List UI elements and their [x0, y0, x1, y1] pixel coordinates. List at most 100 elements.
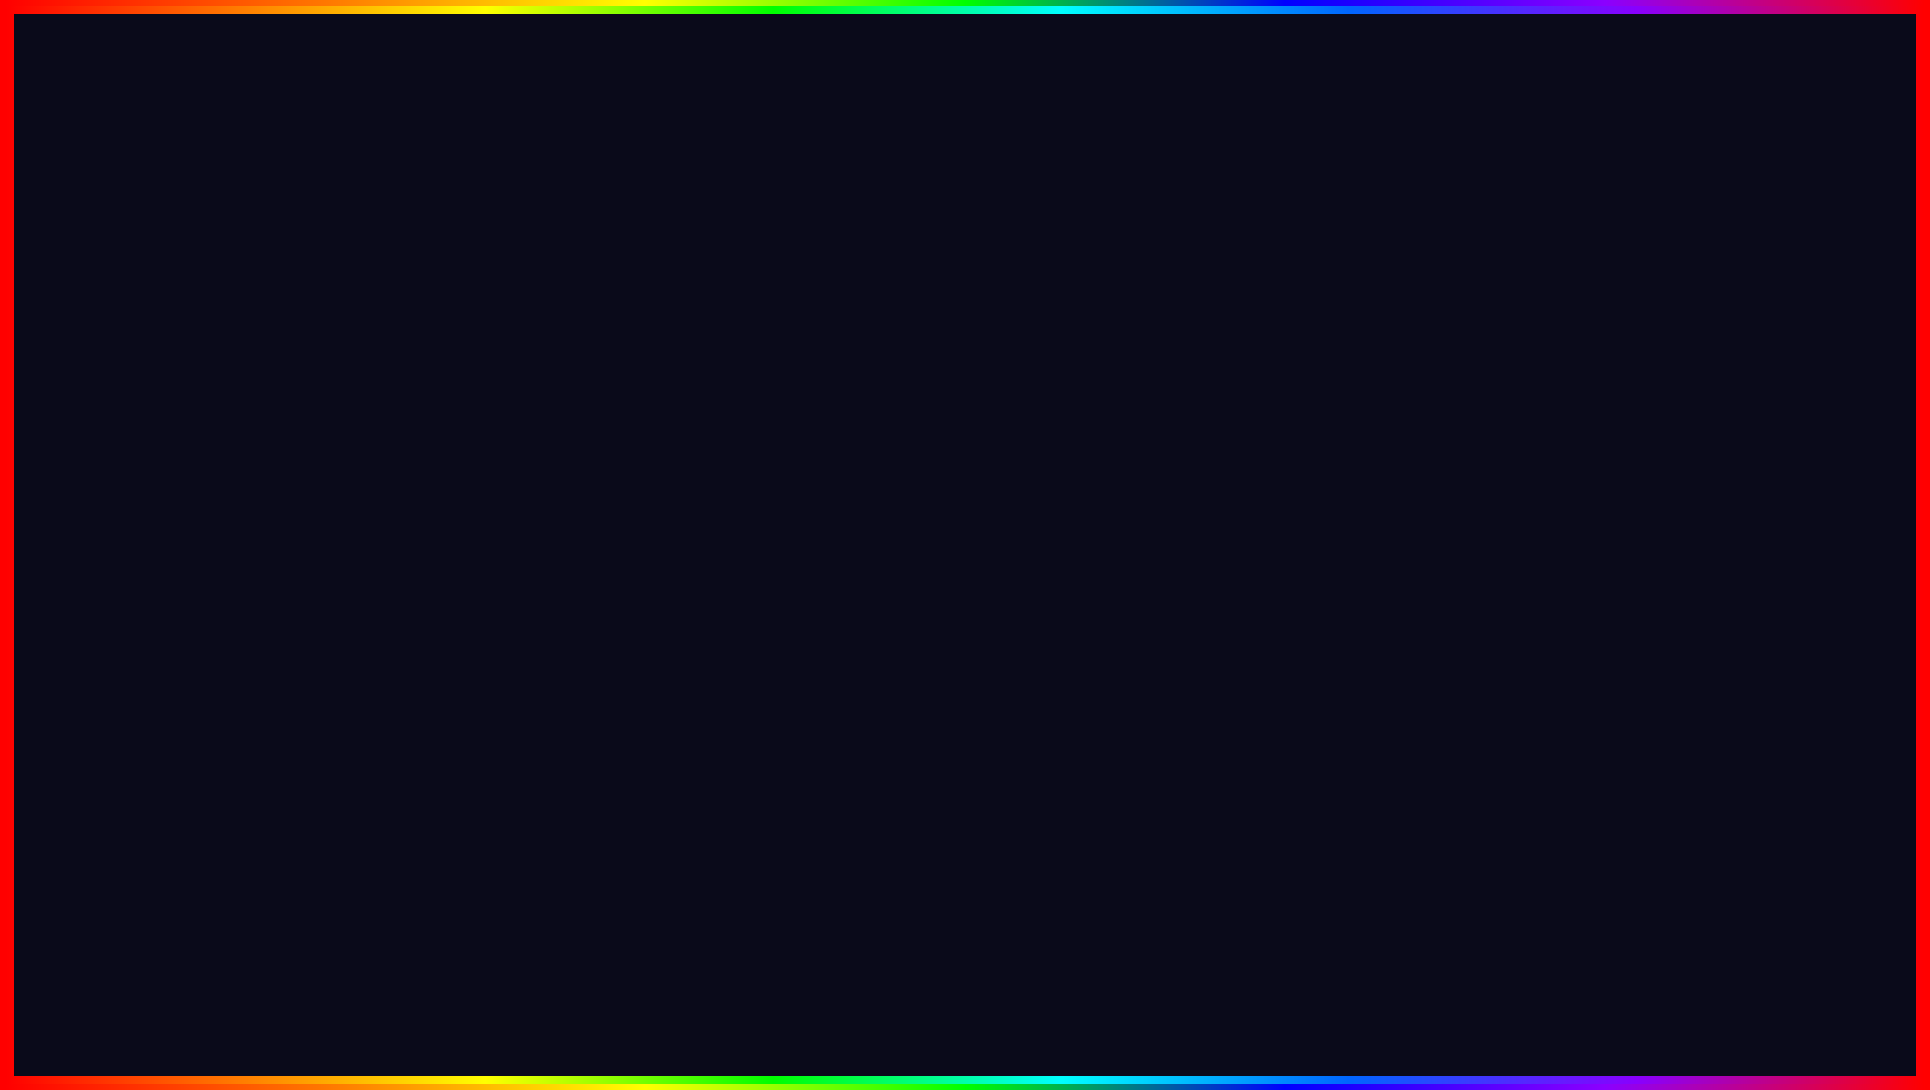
electric-name: Electric [67, 416, 245, 439]
script-bottom: SCRIPT [866, 963, 1123, 1043]
set-speed-title: Set Speed [781, 587, 1161, 603]
quest-sea-event-checkbox[interactable]: ✓ [1143, 522, 1161, 540]
gui-primary-controls: — ✕ [968, 292, 1016, 312]
sea-event-icon-p: 📈 [486, 496, 502, 512]
setting2-label: Setting [663, 507, 703, 522]
mutant-name: Mutant Tooth [67, 646, 245, 669]
race-v4-icon: 🏁 [486, 560, 502, 576]
health-bar-container: 4000 Health [616, 333, 1016, 357]
race-v42-label: Race V4 [663, 666, 713, 681]
sidebar-item-sky[interactable]: 👤 Sky [474, 584, 604, 616]
mutant-icon: 🦷 [106, 562, 206, 642]
gui-secondary-close[interactable]: ✕ [1151, 397, 1171, 417]
mobile-checkmark: ✔ [297, 426, 347, 504]
low-health-label: Low Health Y Tween [616, 371, 735, 386]
gui-secondary-minimize[interactable]: — [1123, 397, 1143, 417]
sidebar2-item-sea-event[interactable]: 📈 Sea Event [629, 593, 759, 625]
gui-secondary-content: Select Boat PirateGrandBrigade ▲ Select … [759, 426, 1183, 729]
main-container: BLOX FRUITS MOBILE ✔ ANDROID ✔ Material … [0, 0, 1930, 1090]
health-section: 4000 Health Low Health Y Tween ✓ [616, 333, 1016, 393]
setting-icon: ⚙ [486, 401, 502, 417]
monster-label: Material [1675, 307, 1739, 328]
race-v4-label: Race V4 [508, 561, 558, 576]
sidebar-item-set-position[interactable]: ⚔ Set Position [474, 520, 604, 552]
electric-count: x19 [216, 307, 245, 328]
sidebar2-item-item[interactable]: ☻ Item [629, 530, 759, 561]
select-zone-value-container[interactable]: Zone 4 ▲ [1107, 485, 1161, 500]
gui-secondary-titlebar: Hirimi Hub — ✕ [629, 389, 1183, 426]
setting-label: Setting [508, 402, 548, 417]
sidebar-item-setting[interactable]: ⚙ Setting [474, 393, 604, 425]
leviathan-label: Material [1675, 537, 1739, 558]
set-position-icon: ⚔ [486, 528, 502, 544]
change-speed-boat-row: Change Speed Boat [771, 643, 1171, 677]
gui-primary-title: Hirimi Hub [486, 293, 567, 311]
svg-text:☠: ☠ [1716, 855, 1745, 891]
select-boat-label: Select Boat [781, 446, 857, 462]
teleport-icon: 📍 [486, 464, 502, 480]
sky-icon: 👤 [486, 592, 502, 608]
gui-secondary-controls: — ✕ [1123, 397, 1171, 417]
svg-text:☠: ☠ [1812, 924, 1848, 968]
item-card-monster: Material x1 ⚓ Monster Magnet [1664, 296, 1854, 450]
teleport2-label: Teleport [663, 570, 709, 585]
svg-text:X: X [1744, 855, 1767, 891]
select-zone-row: Select Zone Zone 4 ▲ [771, 476, 1171, 508]
leviathan-count: x1 [1824, 537, 1843, 558]
gui-primary-minimize[interactable]: — [968, 292, 988, 312]
quest-sea-event-label: Quest Sea Event [781, 523, 892, 539]
speed-bar-container[interactable]: 250 Speed [781, 609, 1161, 629]
health-value: 4000 Health [784, 338, 849, 352]
set-position2-label: Set Position [663, 634, 732, 649]
sky-label: Sky [508, 593, 530, 608]
gui-primary-close[interactable]: ✕ [996, 292, 1016, 312]
sidebar2-item-race-v4[interactable]: 🏁 Race V4 [629, 657, 759, 689]
sea-event-label-p: Sea Event [508, 497, 568, 512]
sidebar2-item-main[interactable]: ◇ Main [629, 466, 759, 498]
item-card-mutant: Material x1 🦷 Mutant Tooth [56, 526, 256, 680]
change-speed-boat-checkbox[interactable] [1143, 651, 1161, 669]
sidebar-item-main[interactable]: ◇ Main [474, 361, 604, 393]
select-boat-value: PirateGrandBrigade [1032, 447, 1147, 462]
pastebin-bottom: PASTEBIN [1143, 951, 1591, 1054]
change-speed-boat-label: Change Speed Boat [781, 652, 913, 668]
set-position-label: Set Position [508, 529, 577, 544]
speed-value: 250 Speed [789, 613, 842, 625]
item-icon-p: ☻ [486, 433, 502, 448]
developer2-label: Developer [663, 443, 722, 458]
sea-event2-icon: 📈 [641, 601, 657, 617]
select-boat-row: Select Boat PirateGrandBrigade ▲ [771, 438, 1171, 470]
mutant-count: x1 [226, 537, 245, 558]
developer2-icon: ⚡ [641, 442, 657, 458]
set-speed-section: Set Speed 250 Speed [771, 579, 1171, 637]
low-health-checkbox[interactable]: ✓ [998, 369, 1016, 387]
change-speed-sublabel: Change Speed Boat [771, 554, 1171, 579]
main2-label: Main [663, 475, 691, 490]
item2-icon: ☻ [641, 538, 657, 553]
developer-icon: ⚡ [486, 337, 502, 353]
select-boat-value-container[interactable]: PirateGrandBrigade ▲ [1032, 447, 1161, 462]
sidebar-item-developer[interactable]: ⚡ Developer [474, 329, 604, 361]
svg-text:FRUITS: FRUITS [1654, 900, 1757, 931]
blox-fruits-logo: BL ☠ X FRUITS ☠ [1644, 834, 1884, 1014]
main-label: Main [508, 370, 536, 385]
sidebar2-item-sky[interactable]: 👤 Sky [629, 689, 759, 721]
main-title: BLOX FRUITS [365, 26, 1565, 186]
sidebar2-item-setting[interactable]: ⚙ Setting [629, 498, 759, 530]
teleport-label: Teleport [508, 465, 554, 480]
gui-primary-titlebar: Hirimi Hub — ✕ [474, 284, 1028, 321]
sidebar2-item-teleport[interactable]: 📍 Teleport [629, 561, 759, 593]
sidebar-item-sea-event[interactable]: 📈 Sea Event [474, 488, 604, 520]
sidebar2-item-set-position[interactable]: ⚔ Set Position [629, 625, 759, 657]
item2-label: Item [663, 538, 688, 553]
sidebar2-item-developer[interactable]: ⚡ Developer [629, 434, 759, 466]
sky2-label: Sky [663, 698, 685, 713]
select-boat-chevron: ▲ [1151, 449, 1161, 460]
developer-label: Developer [508, 338, 567, 353]
sidebar-item-race-v4[interactable]: 🏁 Race V4 [474, 552, 604, 584]
sidebar-item-teleport[interactable]: 📍 Teleport [474, 456, 604, 488]
sidebar-item-item[interactable]: ☻ Item [474, 425, 604, 456]
leviathan-name: Leviathan Heart [1675, 646, 1843, 669]
select-zone-chevron: ▲ [1151, 487, 1161, 498]
gui-secondary-title: Hirimi Hub [641, 398, 722, 416]
